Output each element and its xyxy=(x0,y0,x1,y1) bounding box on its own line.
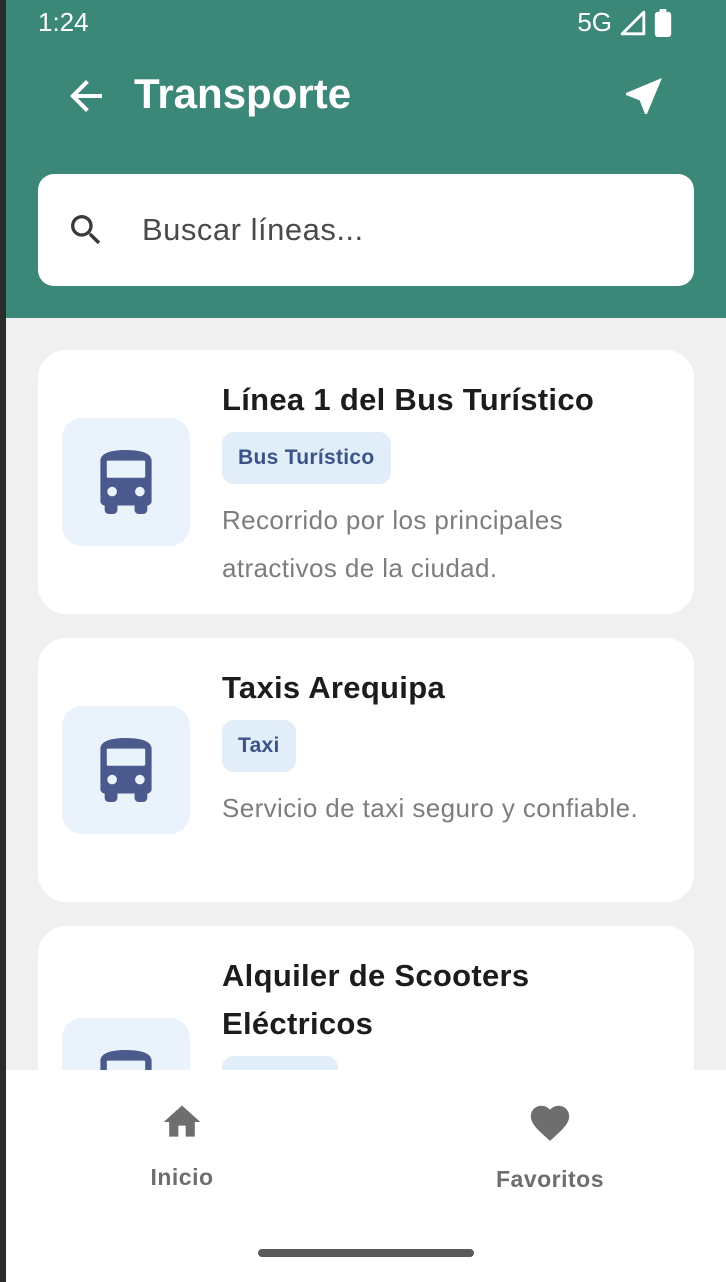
screen: 1:24 5G Transporte Buscar líneas... Líne… xyxy=(6,0,726,1282)
search-input[interactable] xyxy=(142,202,662,258)
network-type: 5G xyxy=(577,7,612,37)
location-button[interactable] xyxy=(620,72,668,120)
card-description: Servicio de taxi seguro y confiable. xyxy=(222,793,639,823)
card-body: Taxis Arequipa Taxi Servicio de taxi seg… xyxy=(222,664,662,832)
home-icon xyxy=(163,1105,201,1137)
page-title: Transporte xyxy=(134,70,352,117)
nav-item-favoritos[interactable]: Favoritos xyxy=(450,1100,650,1193)
search-bar[interactable] xyxy=(38,174,694,286)
battery-icon xyxy=(654,8,672,37)
nav-item-inicio[interactable]: Inicio xyxy=(82,1100,282,1191)
nav-label: Favoritos xyxy=(495,1166,605,1192)
back-button[interactable] xyxy=(62,72,110,120)
card-title: Taxis Arequipa xyxy=(222,670,445,705)
list-item[interactable]: Taxis Arequipa Taxi Servicio de taxi seg… xyxy=(38,638,694,902)
toolbar: Transporte xyxy=(6,60,726,130)
app-bar: 1:24 5G Transporte xyxy=(6,0,726,318)
status-bar: 1:24 5G xyxy=(6,0,726,44)
card-title: Línea 1 del Bus Turístico xyxy=(222,382,595,417)
card-thumbnail xyxy=(62,418,190,546)
nav-label: Inicio xyxy=(150,1164,214,1190)
navigation-icon xyxy=(626,78,662,114)
status-time: 1:24 xyxy=(38,7,89,37)
bus-icon xyxy=(100,450,152,514)
bus-icon xyxy=(100,738,152,802)
card-thumbnail xyxy=(62,706,190,834)
category-badge: Bus Turístico xyxy=(222,432,391,484)
card-body: Línea 1 del Bus Turístico Bus Turístico … xyxy=(222,376,662,592)
search-icon xyxy=(71,215,101,245)
category-badge: Taxi xyxy=(222,720,296,772)
arrow-back-icon xyxy=(70,80,102,112)
home-indicator[interactable] xyxy=(258,1249,474,1257)
list-item[interactable]: Línea 1 del Bus Turístico Bus Turístico … xyxy=(38,350,694,614)
status-indicators: 5G xyxy=(577,7,672,38)
card-title: Alquiler de Scooters Eléctricos xyxy=(222,958,530,1041)
signal-icon xyxy=(620,10,646,35)
card-description: Recorrido por los principales atractivos… xyxy=(222,505,564,583)
heart-icon xyxy=(530,1105,570,1141)
